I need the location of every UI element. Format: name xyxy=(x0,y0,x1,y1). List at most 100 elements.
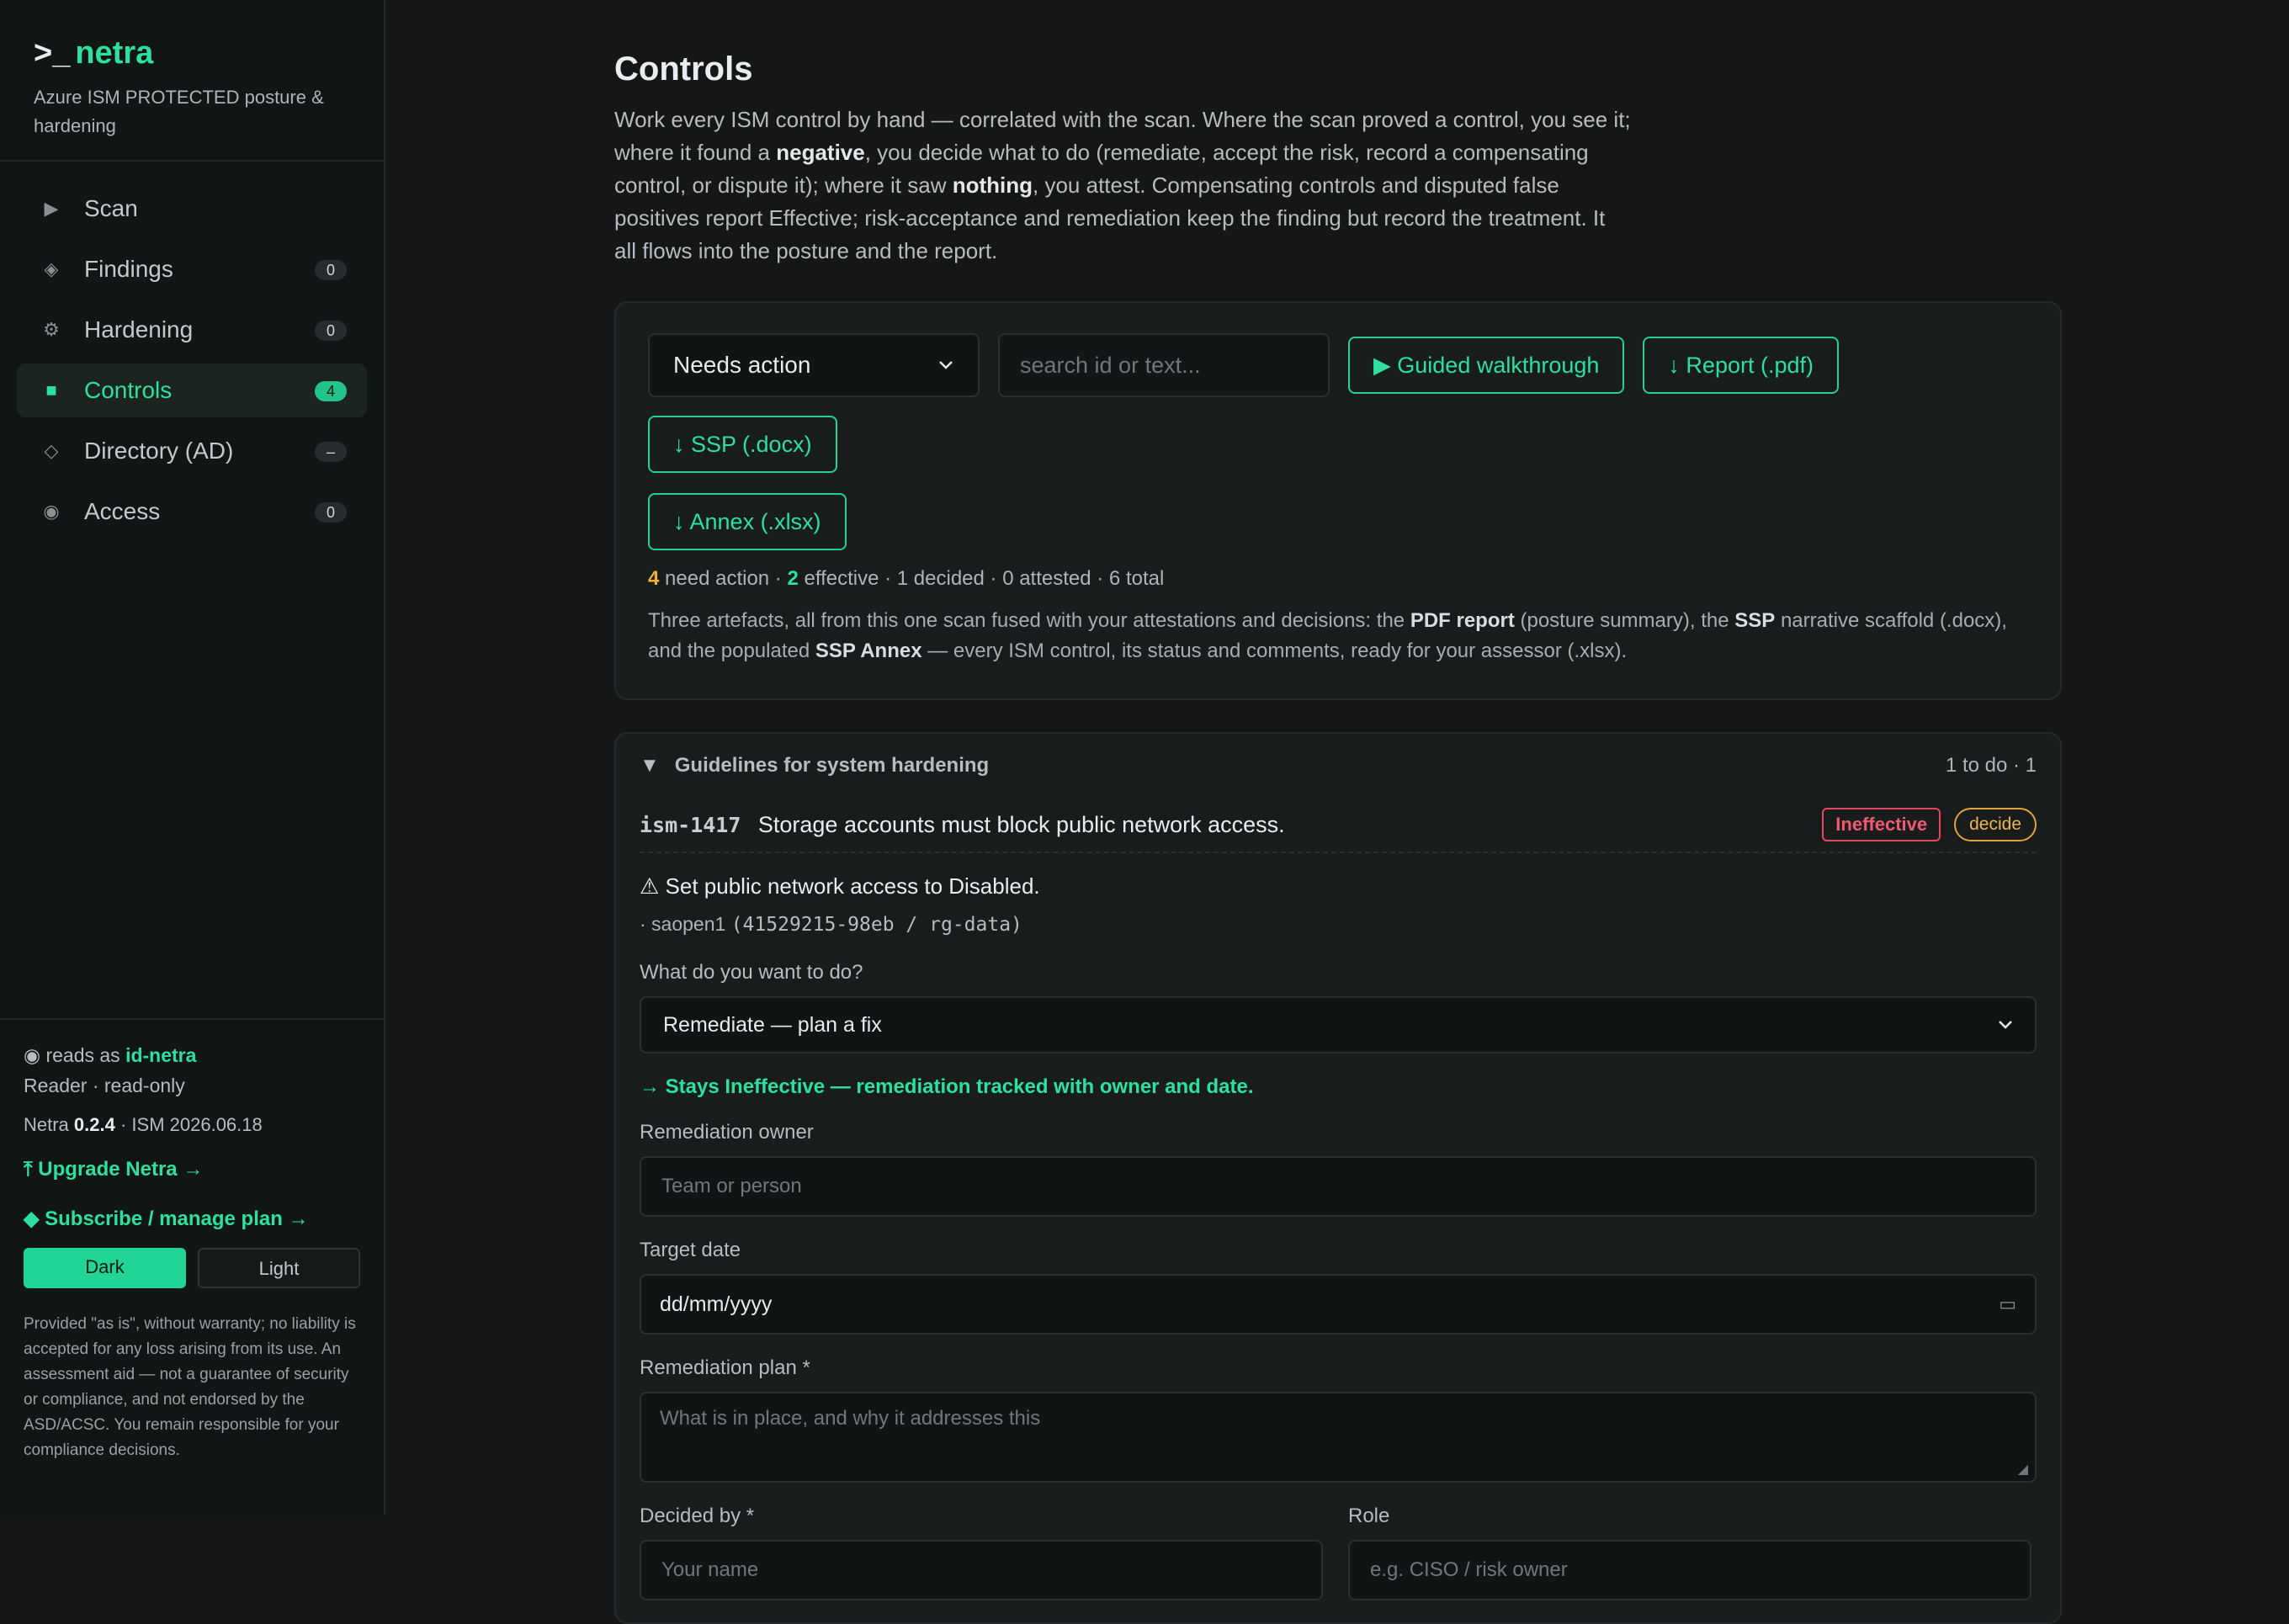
artefacts-emphasis: PDF report xyxy=(1410,609,1515,632)
upgrade-link[interactable]: ⤒ Upgrade Netra → xyxy=(24,1158,360,1181)
decided-by-label: Decided by * xyxy=(640,1505,755,1527)
role-input[interactable] xyxy=(1368,1558,2011,1583)
guideline-section: ▼ Guidelines for system hardening 1 to do… xyxy=(614,732,2062,1624)
brand: >_ netra Azure ISM PROTECTED posture & ha… xyxy=(0,0,384,162)
control-heading: ism-1417 Storage accounts must block pub… xyxy=(640,812,1285,838)
download-report-button[interactable]: ↓ Report (.pdf) xyxy=(1643,337,1839,394)
role-field[interactable] xyxy=(1348,1540,2031,1600)
sidebar-item-scan[interactable]: ▶ Scan xyxy=(17,182,367,236)
identity-info: ◉ reads as id-netra Reader · read-only xyxy=(24,1040,360,1101)
toolbar-panel: Needs action ▶ Guided walkthrough ↓ Repo… xyxy=(614,301,2062,700)
version-prefix: Netra xyxy=(24,1114,69,1135)
artefacts-emphasis: SSP xyxy=(1734,609,1776,632)
count-badge: 0 xyxy=(315,260,347,280)
decision-select[interactable]: Remediate — plan a fix xyxy=(640,996,2037,1053)
disclaimer: Provided "as is", without warranty; no l… xyxy=(24,1315,356,1459)
download-ssp-button[interactable]: ↓ SSP (.docx) xyxy=(648,416,837,473)
download-annex-button[interactable]: ↓ Annex (.xlsx) xyxy=(648,493,847,550)
control-row: ism-1417 Storage accounts must block pub… xyxy=(640,798,2037,853)
status-badge: Ineffective xyxy=(1822,808,1941,841)
decided-by-input[interactable] xyxy=(660,1558,1303,1583)
action-badge: decide xyxy=(1954,808,2037,841)
sidebar-item-label: Access xyxy=(84,498,161,524)
brand-logo[interactable]: >_ netra xyxy=(34,35,350,72)
plan-label: Remediation plan * xyxy=(640,1356,810,1379)
outline-diamond-icon: ◇ xyxy=(44,440,59,461)
plan-textarea[interactable] xyxy=(660,1407,2016,1457)
control-status-pills: Ineffective decide xyxy=(1822,808,2037,841)
play-icon: ▶ xyxy=(44,198,59,219)
section-title: ▼ Guidelines for system hardening xyxy=(640,754,989,778)
resize-grip-icon[interactable]: ◢ xyxy=(2018,1461,2028,1478)
theme-toggle: Dark Light xyxy=(24,1248,360,1288)
affected-resource: · saopen1 (41529215-98eb / rg-data) xyxy=(640,913,2037,936)
role-group: Role xyxy=(1348,1505,2031,1600)
chevron-down-icon xyxy=(1999,1021,2012,1029)
decider-row: Decided by * Role xyxy=(640,1505,2037,1600)
ism-version: · ISM 2026.06.18 xyxy=(119,1114,263,1135)
sidebar-item-label: Findings xyxy=(84,256,173,282)
version-number: 0.2.4 xyxy=(73,1114,115,1135)
artefacts-text: — every ISM control, its status and comm… xyxy=(921,640,1628,662)
guided-walkthrough-button[interactable]: ▶ Guided walkthrough xyxy=(1348,337,1625,394)
intro-emphasis: nothing xyxy=(952,172,1033,198)
sidebar-footer: ◉ reads as id-netra Reader · read-only N… xyxy=(0,1018,384,1515)
gear-icon: ⚙ xyxy=(43,319,60,340)
control-text: Storage accounts must block public netwo… xyxy=(757,811,1285,837)
section-header[interactable]: ▼ Guidelines for system hardening 1 to do… xyxy=(640,734,2037,798)
sidebar-item-hardening[interactable]: ⚙ Hardening 0 xyxy=(17,303,367,357)
decision-note: → Stays Ineffective — remediation tracke… xyxy=(640,1075,1254,1098)
target-date-field[interactable]: dd/mm/yyyy ▭ xyxy=(640,1274,2037,1335)
brand-prompt: >_ xyxy=(34,35,71,71)
decided-by-group: Decided by * xyxy=(640,1505,1323,1600)
section-title-text: Guidelines for system hardening xyxy=(674,754,990,777)
toolbar-row-2: ↓ Annex (.xlsx) xyxy=(648,493,2028,550)
control-id: ism-1417 xyxy=(640,812,741,837)
role-label: Role xyxy=(1348,1505,1390,1527)
sidebar-item-controls[interactable]: ■ Controls 4 xyxy=(17,364,367,417)
owner-field[interactable] xyxy=(640,1156,2037,1217)
decided-by-field[interactable] xyxy=(640,1540,1323,1600)
radio-circle-icon: ◉ xyxy=(43,501,60,522)
resource-detail: (41529215-98eb / rg-data) xyxy=(730,914,1022,936)
search-input[interactable] xyxy=(1018,351,1309,379)
theme-dark-button[interactable]: Dark xyxy=(24,1248,186,1288)
resource-name: · saopen1 xyxy=(640,913,726,935)
theme-light-button[interactable]: Light xyxy=(197,1248,360,1288)
search-field[interactable] xyxy=(998,333,1330,397)
section-count: 1 to do · 1 xyxy=(1945,754,2037,777)
status-filter-value: Needs action xyxy=(673,352,811,378)
sidebar-nav: ▶ Scan ◈ Findings 0 ⚙ Hardening 0 ■ Cont… xyxy=(0,162,384,539)
page-title: Controls xyxy=(614,50,753,88)
subscribe-link[interactable]: ◆ Subscribe / manage plan → xyxy=(24,1207,360,1231)
sidebar-item-label: Hardening xyxy=(84,316,194,342)
sidebar-item-label: Scan xyxy=(84,195,138,221)
owner-label: Remediation owner xyxy=(640,1121,814,1144)
diamond-icon: ◈ xyxy=(44,258,59,279)
identity-role: Reader · read-only xyxy=(24,1075,185,1096)
owner-input[interactable] xyxy=(660,1174,2016,1199)
sidebar-item-label: Directory (AD) xyxy=(84,438,234,464)
effective-count: 2 xyxy=(787,567,799,590)
control-stats: 4 need action · 2 effective · 1 decided … xyxy=(648,567,2028,591)
main-content: Controls Work every ISM control by hand … xyxy=(614,0,2062,1624)
square-icon: ■ xyxy=(45,379,57,401)
count-badge: 0 xyxy=(315,321,347,341)
sidebar-item-directory[interactable]: ◇ Directory (AD) – xyxy=(17,424,367,478)
calendar-icon[interactable]: ▭ xyxy=(1999,1293,2016,1315)
version-info: Netra 0.2.4 · ISM 2026.06.18 xyxy=(24,1114,360,1136)
remediation-warning: ⚠ Set public network access to Disabled. xyxy=(640,873,1040,899)
sidebar-item-findings[interactable]: ◈ Findings 0 xyxy=(17,242,367,296)
plan-field[interactable]: ◢ xyxy=(640,1392,2037,1483)
count-badge: – xyxy=(315,442,347,462)
status-filter-select[interactable]: Needs action xyxy=(648,333,980,397)
sidebar: >_ netra Azure ISM PROTECTED posture & ha… xyxy=(0,0,385,1515)
effective-label: effective · 1 decided · 0 attested · 6 t… xyxy=(804,567,1165,590)
sidebar-item-access[interactable]: ◉ Access 0 xyxy=(17,485,367,539)
artefacts-description: Three artefacts, all from this one scan … xyxy=(648,606,2028,666)
reads-as-label: reads as xyxy=(45,1044,120,1066)
collapse-triangle-icon[interactable]: ▼ xyxy=(640,754,660,777)
page-intro: Work every ISM control by hand — correla… xyxy=(614,103,1633,268)
decision-value: Remediate — plan a fix xyxy=(663,1012,882,1037)
identity-name: id-netra xyxy=(125,1044,197,1066)
